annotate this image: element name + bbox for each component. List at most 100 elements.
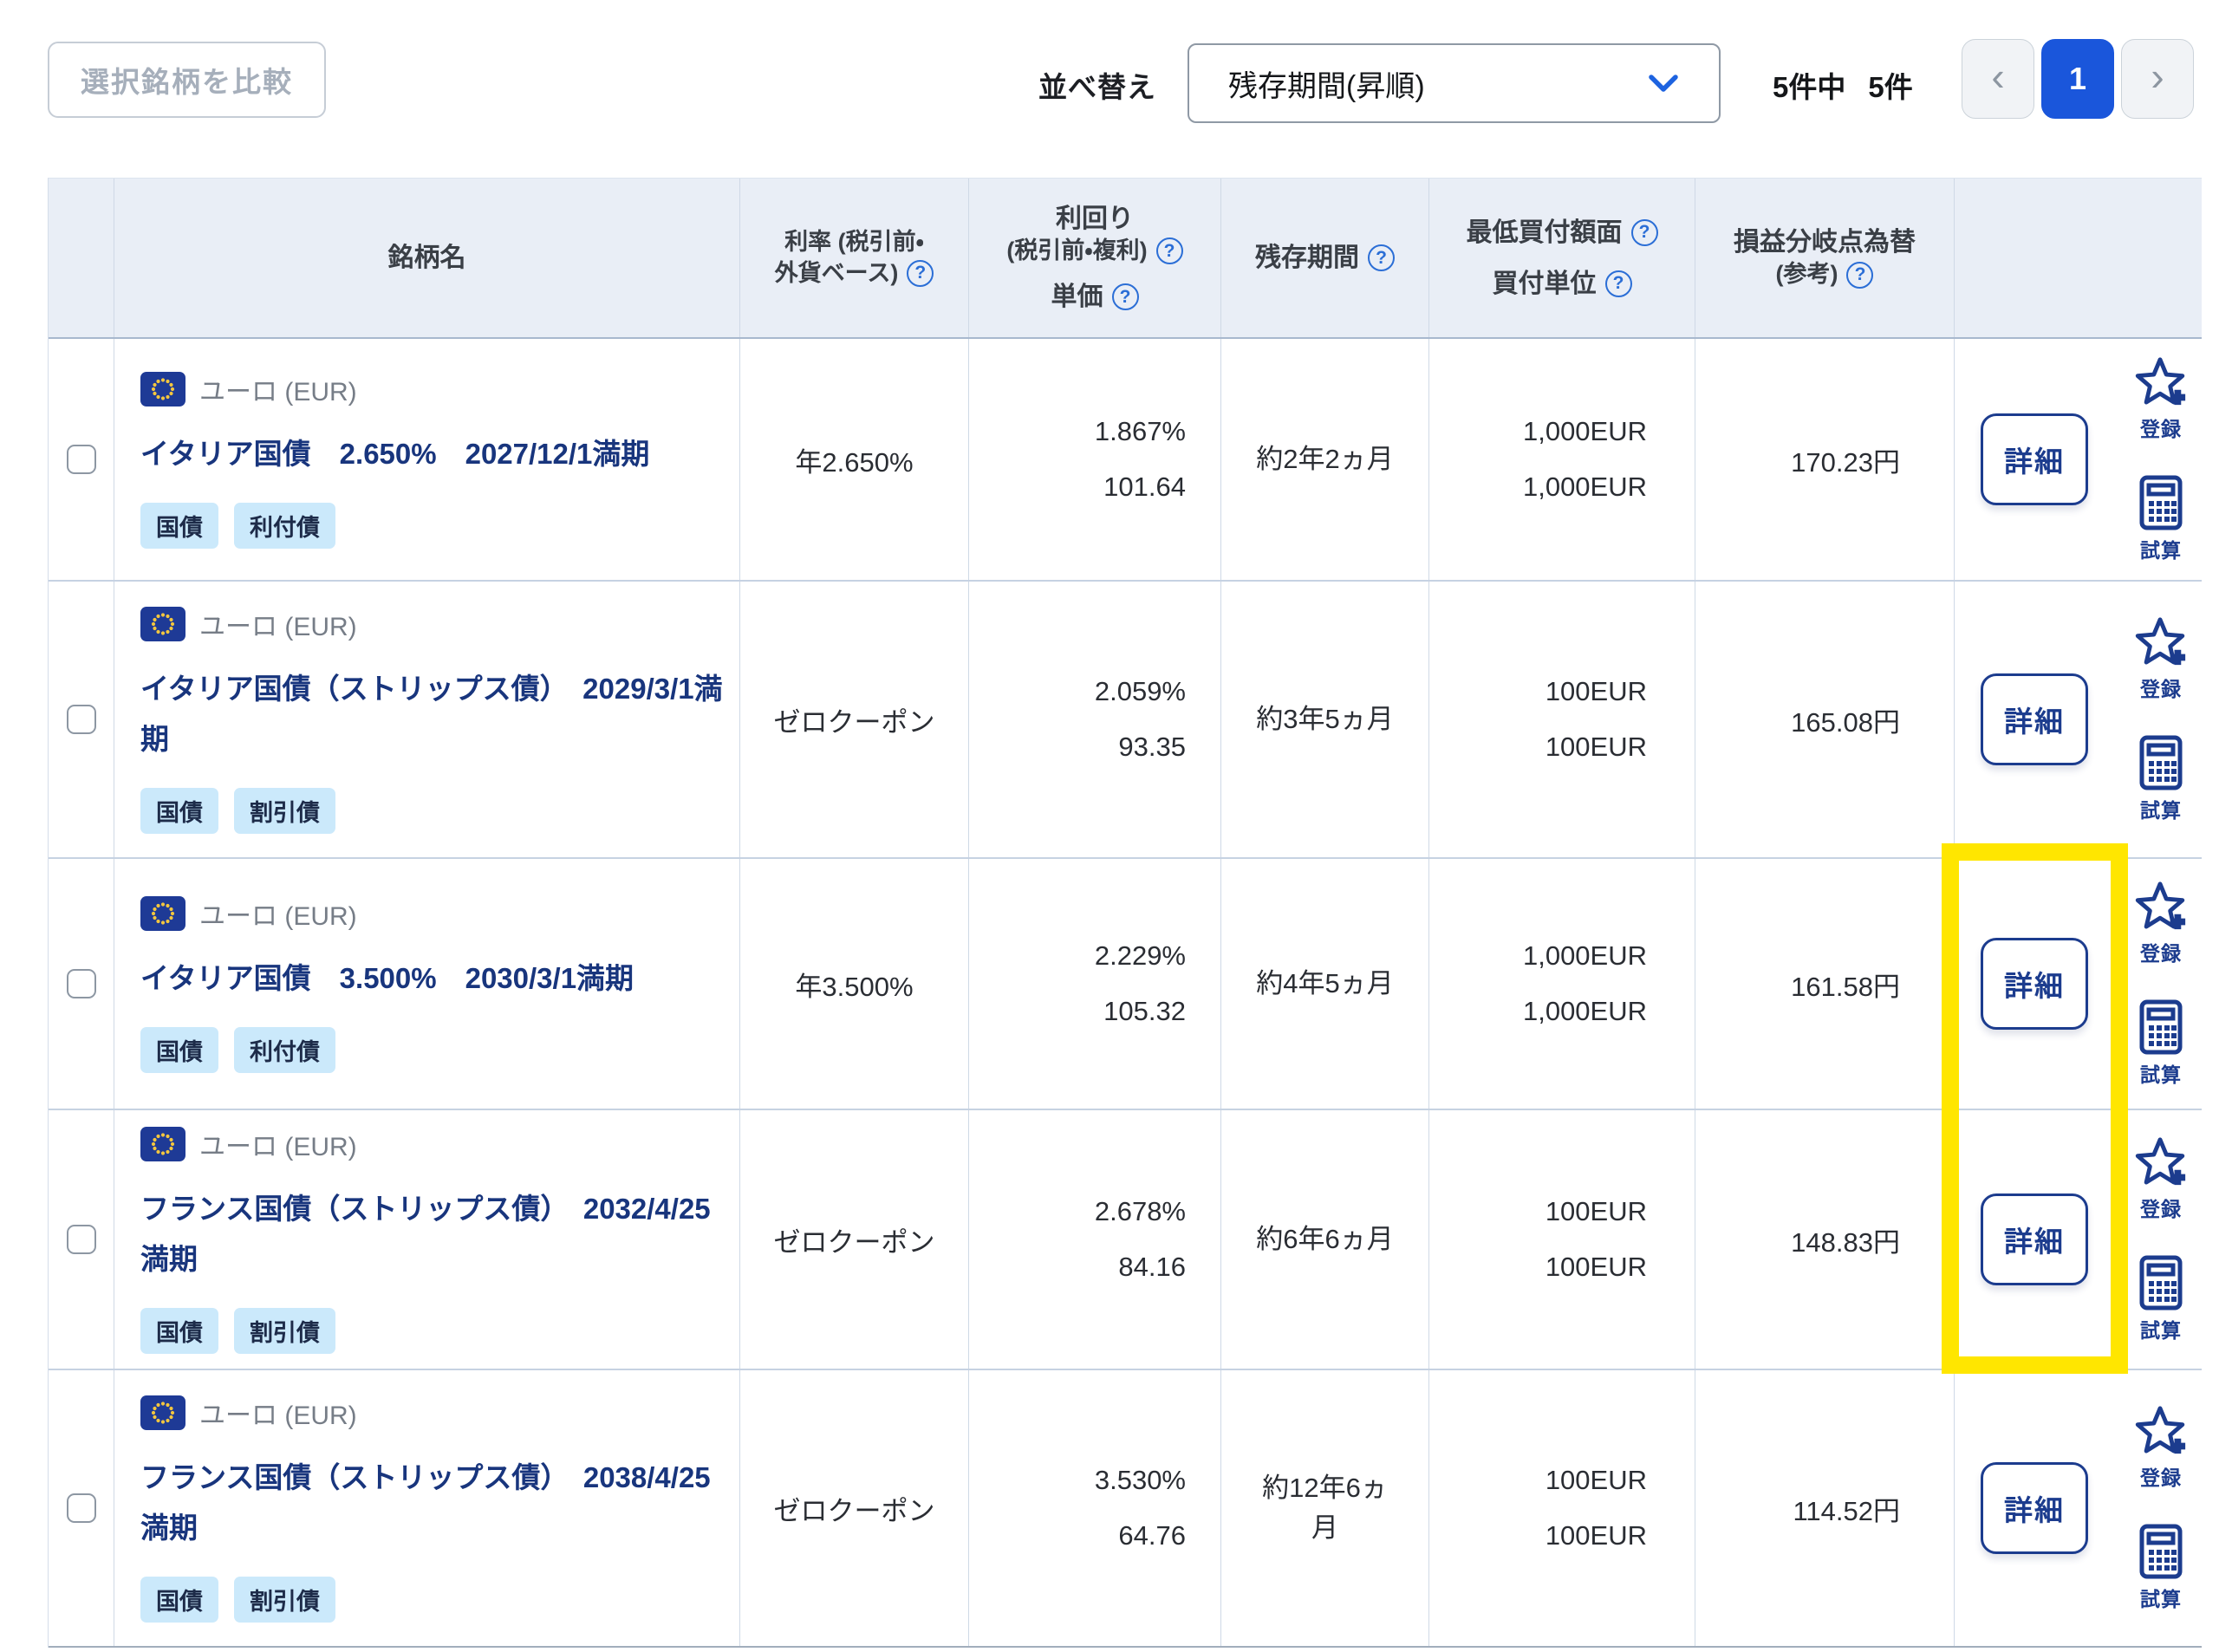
calculator-icon — [2138, 999, 2183, 1055]
calculator-icon — [2138, 1255, 2183, 1311]
tag-bond-type: 国債 — [140, 788, 218, 834]
help-icon[interactable]: ? — [1112, 283, 1139, 310]
eu-flag-icon — [140, 896, 185, 931]
next-page-button[interactable]: › — [2121, 39, 2194, 119]
table-row: ユーロ (EUR) フランス国債（ストリップス債） 2038/4/25満期 国債… — [49, 1370, 2202, 1648]
eu-flag-icon — [140, 1127, 185, 1161]
header-checkbox-column — [49, 179, 114, 337]
unit-price-value: 105.32 — [1103, 996, 1186, 1027]
estimate-button[interactable]: 試算 — [2138, 735, 2183, 823]
bond-name-link[interactable]: イタリア国債 3.500% 2030/3/1満期 — [140, 953, 634, 1004]
rate-value: ゼロクーポン — [774, 700, 935, 739]
register-favorite-button[interactable]: 登録 — [2133, 880, 2189, 966]
detail-button[interactable]: 詳細 — [1981, 938, 2088, 1030]
table-row: ユーロ (EUR) イタリア国債（ストリップス債） 2029/3/1満期 国債 … — [49, 582, 2202, 859]
yield-value: 2.059% — [1095, 676, 1186, 707]
estimate-button[interactable]: 試算 — [2138, 1524, 2183, 1612]
register-favorite-button[interactable]: 登録 — [2133, 615, 2189, 702]
bond-name-link[interactable]: イタリア国債（ストリップス債） 2029/3/1満期 — [140, 664, 739, 764]
currency-label: ユーロ (EUR) — [199, 605, 357, 643]
tag-bond-type: 国債 — [140, 503, 218, 549]
header-rate: 利率 (税引前・ 外貨ベース)? — [739, 179, 968, 337]
tag-list: 国債 割引債 — [140, 788, 335, 834]
detail-button[interactable]: 詳細 — [1981, 1193, 2088, 1285]
prev-page-button[interactable]: ‹ — [1962, 39, 2034, 119]
page-1-button[interactable]: 1 — [2041, 39, 2114, 119]
row-checkbox[interactable] — [67, 445, 96, 474]
bond-search-results-page: 選択銘柄を比較 並べ替え 残存期間(昇順) 5件中 5件 ‹ 1 › 銘柄名 利… — [0, 0, 2219, 1652]
tag-coupon-type: 割引債 — [234, 1577, 335, 1623]
row-checkbox[interactable] — [67, 1493, 96, 1523]
header-name: 銘柄名 — [114, 179, 739, 337]
rate-value: ゼロクーポン — [774, 1489, 935, 1528]
register-favorite-button[interactable]: 登録 — [2133, 355, 2189, 442]
bond-name-link[interactable]: フランス国債（ストリップス債） 2038/4/25満期 — [140, 1453, 739, 1553]
min-face-value: 1,000EUR — [1523, 940, 1647, 972]
header-remaining: 残存期間? — [1220, 179, 1428, 337]
help-icon[interactable]: ? — [1631, 219, 1658, 246]
calculator-icon — [2138, 735, 2183, 790]
rate-value: 年2.650% — [795, 440, 913, 479]
purchase-unit-value: 100EUR — [1545, 732, 1647, 763]
tag-coupon-type: 利付債 — [234, 1027, 335, 1073]
help-icon[interactable]: ? — [1368, 244, 1395, 271]
estimate-button[interactable]: 試算 — [2138, 1255, 2183, 1343]
breakeven-value: 148.83円 — [1791, 1220, 1900, 1259]
tag-coupon-type: 割引債 — [234, 788, 335, 834]
yield-value: 2.229% — [1095, 940, 1186, 972]
breakeven-value: 161.58円 — [1791, 965, 1900, 1004]
star-plus-icon — [2133, 1135, 2189, 1189]
detail-button[interactable]: 詳細 — [1981, 1462, 2088, 1554]
table-row: ユーロ (EUR) イタリア国債 2.650% 2027/12/1満期 国債 利… — [49, 339, 2202, 582]
estimate-button[interactable]: 試算 — [2138, 475, 2183, 563]
min-face-value: 100EUR — [1545, 676, 1647, 707]
star-plus-icon — [2133, 355, 2189, 409]
detail-button[interactable]: 詳細 — [1981, 673, 2088, 765]
unit-price-value: 84.16 — [1118, 1252, 1186, 1283]
bond-name-link[interactable]: イタリア国債 2.650% 2027/12/1満期 — [140, 429, 649, 479]
currency-label: ユーロ (EUR) — [199, 1394, 357, 1432]
rate-value: 年3.500% — [795, 965, 913, 1004]
row-checkbox[interactable] — [67, 969, 96, 998]
count-total: 5件中 — [1773, 64, 1845, 106]
help-icon[interactable]: ? — [1156, 237, 1183, 264]
star-plus-icon — [2133, 880, 2189, 933]
tag-list: 国債 割引債 — [140, 1308, 335, 1354]
min-face-value: 100EUR — [1545, 1196, 1647, 1227]
action-icons: 登録 試算 — [2133, 880, 2189, 1088]
bond-name-link[interactable]: フランス国債（ストリップス債） 2032/4/25満期 — [140, 1184, 739, 1285]
detail-button[interactable]: 詳細 — [1981, 413, 2088, 505]
tag-bond-type: 国債 — [140, 1308, 218, 1354]
breakeven-value: 170.23円 — [1791, 440, 1900, 479]
bond-table: 銘柄名 利率 (税引前・ 外貨ベース)? 利回り (税引前・複利)? 単価? 残… — [48, 178, 2202, 1648]
remaining-value: 約12年6ヵ月 — [1252, 1468, 1399, 1549]
action-icons: 登録 試算 — [2133, 615, 2189, 823]
rate-value: ゼロクーポン — [774, 1220, 935, 1259]
eu-flag-icon — [140, 607, 185, 641]
purchase-unit-value: 1,000EUR — [1523, 996, 1647, 1027]
chevron-right-icon: › — [2151, 56, 2164, 96]
calculator-icon — [2138, 475, 2183, 530]
sort-select[interactable]: 残存期間(昇順) — [1188, 43, 1721, 123]
remaining-value: 約3年5ヵ月 — [1256, 699, 1393, 740]
sort-label: 並べ替え — [1038, 0, 1156, 169]
remaining-value: 約4年5ヵ月 — [1256, 964, 1393, 1005]
row-checkbox[interactable] — [67, 1225, 96, 1254]
purchase-unit-value: 100EUR — [1545, 1252, 1647, 1283]
tag-coupon-type: 割引債 — [234, 1308, 335, 1354]
estimate-button[interactable]: 試算 — [2138, 999, 2183, 1088]
compare-selected-button[interactable]: 選択銘柄を比較 — [48, 42, 326, 118]
currency-label: ユーロ (EUR) — [199, 894, 357, 933]
tag-list: 国債 利付債 — [140, 503, 335, 549]
register-favorite-button[interactable]: 登録 — [2133, 1135, 2189, 1222]
tag-bond-type: 国債 — [140, 1577, 218, 1623]
register-favorite-button[interactable]: 登録 — [2133, 1404, 2189, 1491]
eu-flag-icon — [140, 372, 185, 406]
help-icon[interactable]: ? — [1846, 262, 1873, 289]
yield-value: 1.867% — [1095, 416, 1186, 447]
row-checkbox[interactable] — [67, 705, 96, 734]
help-icon[interactable]: ? — [1605, 270, 1632, 297]
currency-label: ユーロ (EUR) — [199, 370, 357, 408]
help-icon[interactable]: ? — [907, 260, 934, 287]
star-plus-icon — [2133, 1404, 2189, 1458]
